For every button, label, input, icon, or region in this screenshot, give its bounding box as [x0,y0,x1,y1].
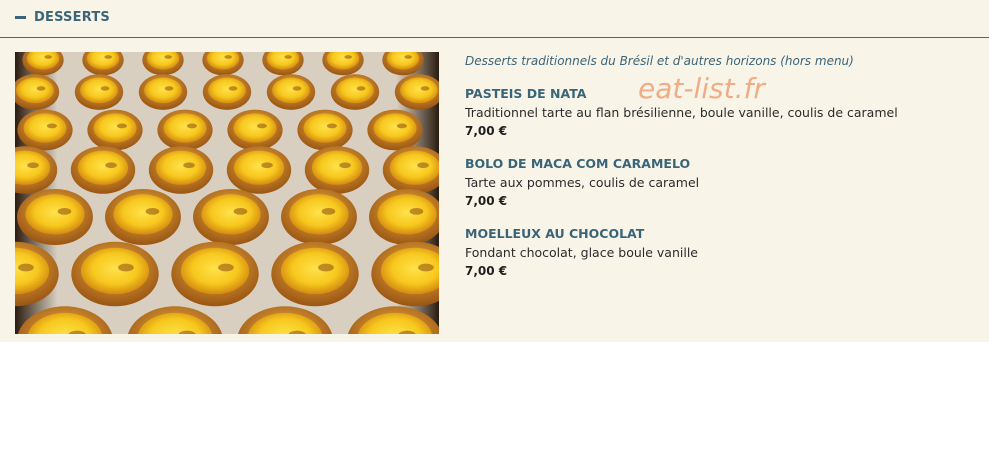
watermark: eat-list.fr [638,72,765,105]
tart-custard [144,77,182,104]
tart-caramel-spot [186,123,197,129]
section-header[interactable]: DESSERTS [0,0,989,38]
tart-caramel-spot [164,55,172,59]
tart-caramel-spot [233,208,248,215]
tart-caramel-spot [356,86,366,91]
tart-caramel-spot [418,263,434,272]
tart-custard [400,77,438,104]
tart-custard [201,194,261,235]
menu-item-name: MOELLEUX AU CHOCOLAT [465,226,645,241]
tart-caramel-spot [224,55,232,59]
tart-custard [93,113,137,143]
tart-caramel-spot [18,263,34,272]
tart-custard [373,113,417,143]
tart-caramel-spot [116,123,127,129]
tart-custard [336,77,374,104]
tart-custard [208,77,246,104]
tart-custard [80,247,150,295]
tart-custard [77,150,129,185]
menu-item-price: 7,00 € [465,194,508,208]
tart-custard [16,77,54,104]
tart-custard [311,150,363,185]
tart-caramel-spot [420,86,430,91]
desserts-section: DESSERTS Desserts traditionnels du Brési… [0,0,989,342]
menu-item-name: BOLO DE MACA COM CARAMELO [465,156,691,171]
tart-custard [289,194,349,235]
tart-caramel-spot [261,162,273,169]
tart-caramel-spot [118,263,134,272]
tart-caramel-spot [326,123,337,129]
tart-caramel-spot [105,162,117,169]
tart-caramel-spot [44,55,52,59]
tart-custard [389,150,439,185]
tart-caramel-spot [36,86,46,91]
section-title[interactable]: DESSERTS [34,10,110,25]
tart-custard [233,113,277,143]
tart-caramel-spot [284,55,292,59]
minus-icon[interactable] [15,16,26,19]
tart-caramel-spot [256,123,267,129]
tart-caramel-spot [183,162,195,169]
pasteis-de-nata-image [15,52,439,334]
tart-custard [163,113,207,143]
tart-caramel-spot [417,162,429,169]
menu-item-description: Fondant chocolat, glace boule vanille [465,245,698,260]
tart-custard [113,194,173,235]
tart-caramel-spot [228,86,238,91]
tart-caramel-spot [396,123,407,129]
tart-caramel-spot [27,162,39,169]
tart-caramel-spot [318,263,334,272]
tart-caramel-spot [404,55,412,59]
tart-custard [377,194,437,235]
tart-caramel-spot [57,208,72,215]
tart-caramel-spot [145,208,160,215]
menu-item-description: Traditionnel tarte au flan brésilienne, … [465,105,898,120]
tart-caramel-spot [104,55,112,59]
tart-caramel-spot [100,86,110,91]
tart-caramel-spot [344,55,352,59]
tart-caramel-spot [409,208,424,215]
tart-caramel-spot [321,208,336,215]
desserts-photo [15,52,439,334]
tart-custard [272,77,310,104]
tart-caramel-spot [218,263,234,272]
tart-caramel-spot [46,123,57,129]
tart-custard [155,150,207,185]
tart-caramel-spot [339,162,351,169]
tart-custard [280,247,350,295]
menu-item-price: 7,00 € [465,124,508,138]
section-intro: Desserts traditionnels du Brésil et d'au… [465,54,854,68]
tart-custard [80,77,118,104]
tart-caramel-spot [292,86,302,91]
tart-custard [25,194,85,235]
tart-custard [233,150,285,185]
tart-custard [303,113,347,143]
tart-custard [23,113,67,143]
menu-item-description: Tarte aux pommes, coulis de caramel [465,175,700,190]
tart-custard [180,247,250,295]
menu-item-price: 7,00 € [465,264,508,278]
menu-item-name: PASTEIS DE NATA [465,86,587,101]
tart-caramel-spot [164,86,174,91]
